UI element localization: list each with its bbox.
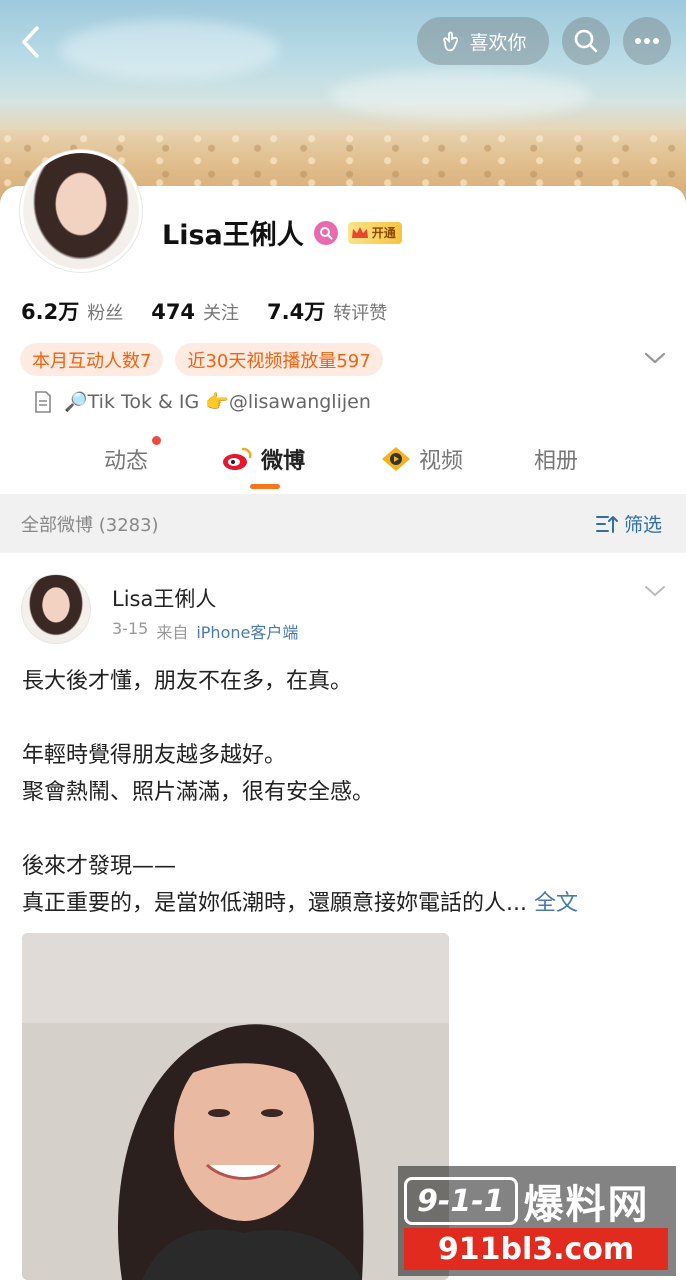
interaction-tag[interactable]: 本月互动人数7 [20,343,164,376]
tab-feed[interactable]: 动态 [104,436,148,482]
filter-label: 筛选 [623,514,662,536]
like-you-button[interactable]: 喜欢你 [417,17,549,65]
back-arrow-icon [22,26,39,58]
reposts-count[interactable]: 7.4万 [267,296,325,326]
profile-tags: 本月互动人数7 近30天视频播放量597 [20,343,383,376]
reposts-label[interactable]: 转评赞 [333,299,387,325]
post-line: 年輕時覺得朋友越多越好。 [22,743,287,768]
crown-icon [351,226,368,238]
watermark-top: 9-1-1 爆料网 [404,1172,650,1230]
profile-name-row: Lisa王俐人 开通 [162,213,402,252]
read-more-link[interactable]: 全文 [534,891,578,916]
post-line: 真正重要的，是當妳低潮時，還願意接妳電話的人... 全文 [22,885,672,922]
video-icon [382,447,410,471]
tab-weibo[interactable]: 微博 [221,436,305,482]
document-icon [35,390,51,413]
post-date: 3-15 [112,619,149,638]
post-line: 聚會熱鬧、照片滿滿，很有安全感。 [22,780,375,805]
profile-bio[interactable]: 🔎Tik Tok & IG 👉@lisawanglijen [34,390,371,413]
more-dots-icon [635,38,659,44]
verified-badge-icon[interactable] [313,220,338,245]
filter-icon [595,515,618,533]
post-meta: 3-15 来自 iPhone客户端 [112,619,298,643]
vip-label: 开通 [371,226,396,240]
filter-bar: 全部微博 (3283) 筛选 [0,494,686,553]
back-button[interactable] [12,22,48,62]
tab-album[interactable]: 相册 [534,436,578,482]
magnifier-icon [319,226,333,239]
profile-tabs: 动态 微博 视频 相册 [0,436,686,486]
post-line: 後來才發現—— [22,854,177,879]
watermark-badge: 9-1-1 [404,1177,518,1225]
watermark-domain: 911bl3.com [404,1228,668,1270]
video-views-tag[interactable]: 近30天视频播放量597 [175,343,383,376]
hand-wave-icon [443,31,459,52]
site-watermark: 9-1-1 爆料网 911bl3.com [398,1166,676,1276]
chevron-down-icon [645,586,665,596]
followers-count[interactable]: 6.2万 [21,296,79,326]
post-author-avatar[interactable] [22,575,90,643]
search-icon [574,29,598,53]
tab-feed-label: 动态 [104,449,149,474]
search-button[interactable] [562,17,610,65]
unread-dot [152,436,161,445]
tab-weibo-label: 微博 [261,449,306,474]
following-count[interactable]: 474 [151,300,195,324]
chevron-down-icon [644,352,666,364]
post-line: 長大後才懂，朋友不在多，在真。 [22,669,353,694]
all-posts-count: 全部微博 (3283) [21,514,159,536]
more-options-button[interactable] [623,17,671,65]
tab-album-label: 相册 [534,449,579,474]
vip-open-badge[interactable]: 开通 [347,221,402,244]
tab-video-label: 视频 [419,449,464,474]
portrait-image [22,933,449,1280]
profile-avatar[interactable] [20,150,142,272]
profile-name: Lisa王俐人 [162,220,304,251]
post-text: 長大後才懂，朋友不在多，在真。 年輕時覺得朋友越多越好。 聚會熱鬧、照片滿滿，很… [22,663,672,922]
active-tab-indicator [250,484,280,489]
post-from-label: 来自 [156,623,189,642]
filter-button[interactable]: 筛选 [595,510,662,537]
post-line-text: 真正重要的，是當妳低潮時，還願意接妳電話的人... [22,891,527,916]
followers-label[interactable]: 粉丝 [87,299,123,325]
post-source[interactable]: iPhone客户端 [196,619,298,643]
bio-text: 🔎Tik Tok & IG 👉@lisawanglijen [64,391,371,413]
profile-stats: 6.2万 粉丝 474 关注 7.4万 转评赞 [21,296,415,326]
post-photo[interactable] [22,933,449,1280]
following-label[interactable]: 关注 [203,299,239,325]
watermark-title: 爆料网 [523,1182,650,1228]
tab-video[interactable]: 视频 [381,436,463,482]
post-author-name[interactable]: Lisa王俐人 [112,583,216,613]
expand-profile-button[interactable] [644,350,666,369]
like-you-label: 喜欢你 [469,31,527,54]
post-menu-button[interactable] [644,583,666,602]
weibo-logo-icon [223,447,252,470]
